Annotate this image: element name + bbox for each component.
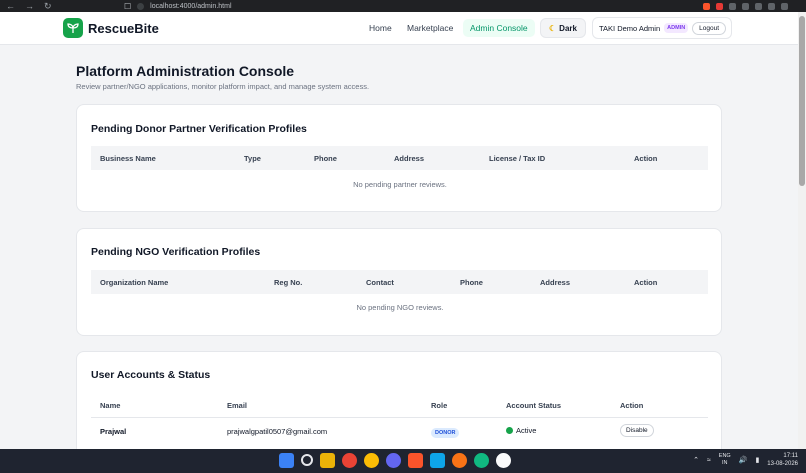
column-header: License / Tax ID bbox=[489, 154, 546, 163]
download-icon[interactable] bbox=[729, 2, 736, 10]
column-header: Phone bbox=[314, 154, 337, 163]
column-header: Organization Name bbox=[100, 278, 169, 287]
os-taskbar: ⌃ ≈ ENG IN 🔊 ▮ 17:11 13-08-2026 bbox=[0, 449, 806, 473]
chrome-profile-icon[interactable] bbox=[364, 453, 379, 468]
menu-icon[interactable] bbox=[781, 2, 788, 10]
page-subtitle: Review partner/NGO applications, monitor… bbox=[76, 82, 370, 91]
column-header: Business Name bbox=[100, 154, 156, 163]
ngo-empty-message: No pending NGO reviews. bbox=[356, 303, 444, 312]
user-accounts-card: User Accounts & Status Name Email Role A… bbox=[76, 351, 722, 461]
users-table-header: Name Email Role Account Status Action bbox=[91, 393, 708, 417]
user-name-cell: Prajwal bbox=[100, 427, 127, 436]
role-badge: ADMIN bbox=[664, 23, 689, 33]
donor-section-title: Pending Donor Partner Verification Profi… bbox=[91, 123, 307, 135]
donor-table-header: Business Name Type Phone Address License… bbox=[91, 146, 708, 170]
clock-time: 17:11 bbox=[783, 453, 798, 459]
wallet-icon[interactable] bbox=[768, 2, 775, 10]
page-scrollbar[interactable] bbox=[798, 12, 806, 449]
donor-verification-card: Pending Donor Partner Verification Profi… bbox=[76, 104, 722, 212]
column-header: Action bbox=[634, 278, 658, 287]
media-icon[interactable] bbox=[742, 2, 749, 10]
clock[interactable]: 17:11 13-08-2026 bbox=[767, 452, 798, 468]
battery-icon[interactable]: ▮ bbox=[755, 456, 759, 464]
disable-button[interactable]: Disable bbox=[620, 424, 654, 437]
moon-icon: ☾ bbox=[549, 23, 557, 33]
user-name: TAKI Demo Admin bbox=[599, 23, 661, 33]
windows-start-icon[interactable] bbox=[279, 453, 294, 468]
language-bottom: IN bbox=[722, 460, 728, 466]
ngo-table-header: Organization Name Reg No. Contact Phone … bbox=[91, 270, 708, 294]
account-status-text: Active bbox=[516, 426, 537, 435]
language-top: ENG bbox=[718, 453, 731, 459]
language-indicator[interactable]: ENG IN bbox=[719, 453, 731, 467]
brave-icon[interactable] bbox=[408, 453, 423, 468]
back-icon[interactable]: ← bbox=[6, 1, 15, 12]
chrome-icon[interactable] bbox=[342, 453, 357, 468]
forward-icon[interactable]: → bbox=[25, 1, 34, 12]
dark-mode-label: Dark bbox=[559, 23, 577, 33]
bookmark-icon[interactable]: ☐ bbox=[124, 2, 131, 11]
brand-name[interactable]: RescueBite bbox=[88, 21, 159, 36]
column-header: Phone bbox=[460, 278, 483, 287]
site-info-icon[interactable] bbox=[137, 2, 145, 10]
page-title: Platform Administration Console bbox=[76, 63, 295, 79]
taskbar-apps bbox=[279, 453, 511, 468]
active-status-icon bbox=[506, 427, 513, 434]
extensions bbox=[703, 2, 788, 10]
brave-shield-icon[interactable] bbox=[703, 2, 710, 10]
nav-home[interactable]: Home bbox=[369, 23, 392, 33]
claude-icon[interactable] bbox=[452, 453, 467, 468]
nav-admin-console[interactable]: Admin Console bbox=[463, 19, 535, 37]
app-header: RescueBite Home Marketplace Admin Consol… bbox=[0, 12, 798, 45]
account-status-cell: Active bbox=[506, 426, 536, 435]
reload-icon[interactable]: ↻ bbox=[44, 1, 52, 12]
column-header: Reg No. bbox=[274, 278, 303, 287]
column-header: Type bbox=[244, 154, 261, 163]
github-icon[interactable] bbox=[496, 453, 511, 468]
users-section-title: User Accounts & Status bbox=[91, 369, 211, 381]
volume-icon[interactable]: 🔊 bbox=[739, 456, 748, 464]
user-email-cell: prajwalgpatil0507@gmail.com bbox=[227, 427, 328, 436]
ngo-verification-card: Pending NGO Verification Profiles Organi… bbox=[76, 228, 722, 336]
system-tray: ⌃ ≈ ENG IN 🔊 ▮ 17:11 13-08-2026 bbox=[693, 452, 798, 468]
browser-toolbar: ← → ↻ ☐ localhost:4000/admin.html bbox=[0, 0, 806, 12]
column-header: Account Status bbox=[506, 401, 562, 410]
ngo-section-title: Pending NGO Verification Profiles bbox=[91, 246, 261, 258]
search-icon[interactable] bbox=[301, 454, 313, 466]
browser-nav: ← → ↻ bbox=[6, 1, 54, 12]
discord-icon[interactable] bbox=[386, 453, 401, 468]
column-header: Action bbox=[634, 154, 658, 163]
scrollbar-thumb[interactable] bbox=[799, 16, 805, 186]
donor-empty-message: No pending partner reviews. bbox=[353, 180, 447, 189]
column-header: Address bbox=[540, 278, 571, 287]
address-bar[interactable]: ☐ localhost:4000/admin.html bbox=[124, 2, 232, 11]
column-header: Role bbox=[431, 401, 448, 410]
table-row: Prajwal prajwalgpatil0507@gmail.com DONO… bbox=[91, 417, 708, 443]
user-menu: TAKI Demo Admin ADMIN Logout bbox=[592, 17, 732, 39]
column-header: Name bbox=[100, 401, 121, 410]
file-explorer-icon[interactable] bbox=[320, 453, 335, 468]
sprout-logo-icon[interactable] bbox=[63, 18, 83, 38]
column-header: Contact bbox=[366, 278, 394, 287]
sidebar-icon[interactable] bbox=[755, 2, 762, 10]
column-header: Address bbox=[394, 154, 425, 163]
wifi-icon[interactable]: ≈ bbox=[707, 457, 711, 464]
logout-button[interactable]: Logout bbox=[692, 21, 727, 35]
clock-date: 13-08-2026 bbox=[767, 461, 798, 467]
column-header: Email bbox=[227, 401, 248, 410]
vscode-icon[interactable] bbox=[430, 453, 445, 468]
url-text[interactable]: localhost:4000/admin.html bbox=[150, 3, 231, 10]
chevron-up-icon[interactable]: ⌃ bbox=[693, 456, 699, 464]
role-donor-badge: DONOR bbox=[431, 428, 460, 438]
dark-mode-toggle[interactable]: ☾ Dark bbox=[540, 18, 586, 38]
nav-marketplace[interactable]: Marketplace bbox=[407, 23, 453, 33]
extension-icon[interactable] bbox=[716, 2, 723, 10]
column-header: Action bbox=[620, 401, 644, 410]
edge-icon[interactable] bbox=[474, 453, 489, 468]
